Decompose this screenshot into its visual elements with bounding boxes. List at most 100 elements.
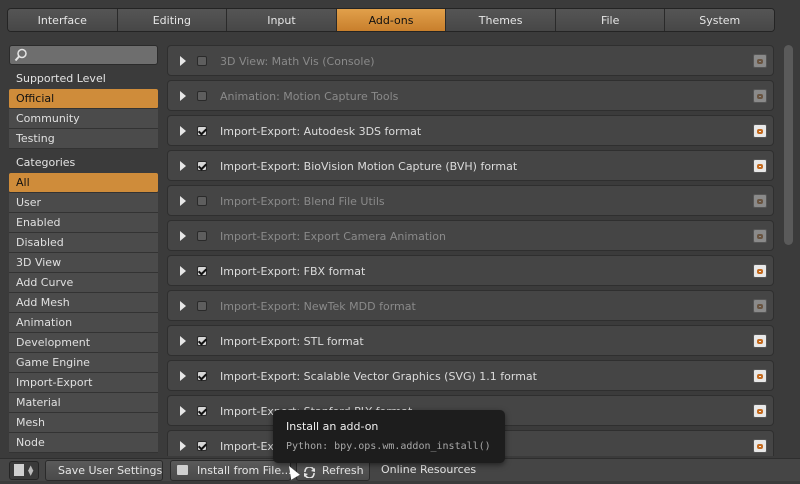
addon-enable-checkbox[interactable]	[197, 196, 207, 206]
scrollbar[interactable]	[784, 45, 793, 245]
tab-file[interactable]: File	[555, 9, 666, 31]
search-field[interactable]	[9, 45, 158, 65]
addon-enable-checkbox[interactable]	[197, 301, 207, 311]
expand-arrow-icon[interactable]	[180, 126, 186, 136]
plugin-icon	[753, 369, 767, 383]
editor-type-menu[interactable]: ▲ ▼	[9, 461, 39, 480]
support-level-testing[interactable]: Testing	[9, 129, 158, 149]
support-level-official[interactable]: Official	[9, 89, 158, 109]
support-level-community[interactable]: Community	[9, 109, 158, 129]
install-tooltip: Install an add-on Python: bpy.ops.wm.add…	[273, 410, 505, 463]
addon-enable-checkbox[interactable]	[197, 231, 207, 241]
expand-arrow-icon[interactable]	[180, 301, 186, 311]
addon-row: Import-Export: Autodesk 3DS format	[167, 115, 774, 146]
addon-name: Import-Export: NewTek MDD format	[220, 300, 416, 313]
addon-name: 3D View: Math Vis (Console)	[220, 55, 375, 68]
categories-title: Categories	[16, 156, 76, 169]
addon-enable-checkbox[interactable]	[197, 161, 207, 171]
supported-level-title: Supported Level	[16, 72, 106, 85]
save-user-settings-button[interactable]: Save User Settings	[45, 460, 163, 481]
addon-filter-sidebar: Supported Level Official Community Testing…	[9, 45, 158, 453]
addon-enable-checkbox[interactable]	[197, 406, 207, 416]
expand-arrow-icon[interactable]	[180, 91, 186, 101]
addon-name: Import-Export: Blend File Utils	[220, 195, 385, 208]
category-animation[interactable]: Animation	[9, 313, 158, 333]
expand-arrow-icon[interactable]	[180, 441, 186, 451]
category-user[interactable]: User	[9, 193, 158, 213]
category-add-curve[interactable]: Add Curve	[9, 273, 158, 293]
addon-row: Import-Export: STL format	[167, 325, 774, 356]
addon-name: Import-Export: Export Camera Animation	[220, 230, 446, 243]
category-mesh[interactable]: Mesh	[9, 413, 158, 433]
plugin-icon	[753, 229, 767, 243]
addon-enable-checkbox[interactable]	[197, 56, 207, 66]
search-icon	[14, 48, 27, 62]
refresh-label: Refresh	[322, 464, 364, 477]
plugin-icon	[753, 54, 767, 68]
addon-enable-checkbox[interactable]	[197, 91, 207, 101]
tab-system[interactable]: System	[665, 9, 774, 31]
addon-row: Import-Export: BioVision Motion Capture …	[167, 150, 774, 181]
category-all[interactable]: All	[9, 173, 158, 193]
plugin-icon	[753, 89, 767, 103]
plugin-icon	[753, 264, 767, 278]
category-material[interactable]: Material	[9, 393, 158, 413]
tab-input[interactable]: Input	[227, 9, 337, 31]
expand-arrow-icon[interactable]	[180, 336, 186, 346]
plugin-icon	[753, 194, 767, 208]
addon-row: Import-Export: Blend File Utils	[167, 185, 774, 216]
plugin-icon	[753, 439, 767, 453]
category-enabled[interactable]: Enabled	[9, 213, 158, 233]
expand-arrow-icon[interactable]	[180, 266, 186, 276]
category-import-export[interactable]: Import-Export	[9, 373, 158, 393]
tab-add-ons[interactable]: Add-ons	[336, 9, 447, 31]
plugin-icon	[753, 334, 767, 348]
addon-enable-checkbox[interactable]	[197, 126, 207, 136]
addon-name: Import-Export: Scalable Vector Graphics …	[220, 370, 537, 383]
addon-row: 3D View: Math Vis (Console)	[167, 45, 774, 76]
addon-name: Import-Export: STL format	[220, 335, 364, 348]
editor-type-icon	[14, 464, 24, 476]
install-from-file-label: Install from File...	[197, 464, 292, 477]
addon-row: Animation: Motion Capture Tools	[167, 80, 774, 111]
addon-enable-checkbox[interactable]	[197, 266, 207, 276]
chevron-updown-icon: ▲ ▼	[28, 464, 34, 477]
plugin-icon	[753, 124, 767, 138]
addon-name: Import-Export: FBX format	[220, 265, 366, 278]
expand-arrow-icon[interactable]	[180, 56, 186, 66]
save-user-settings-label: Save User Settings	[58, 464, 163, 477]
category-node[interactable]: Node	[9, 433, 158, 453]
refresh-icon	[303, 465, 315, 479]
addon-name: Import-Export: Autodesk 3DS format	[220, 125, 422, 138]
folder-icon	[177, 465, 188, 475]
addon-row: Import-Export: Export Camera Animation	[167, 220, 774, 251]
addon-row: Import-Export: Scalable Vector Graphics …	[167, 360, 774, 391]
category-game-engine[interactable]: Game Engine	[9, 353, 158, 373]
install-from-file-button[interactable]: Install from File...	[170, 460, 292, 481]
category-disabled[interactable]: Disabled	[9, 233, 158, 253]
addon-enable-checkbox[interactable]	[197, 336, 207, 346]
addon-enable-checkbox[interactable]	[197, 371, 207, 381]
category-3d-view[interactable]: 3D View	[9, 253, 158, 273]
category-add-mesh[interactable]: Add Mesh	[9, 293, 158, 313]
tab-interface[interactable]: Interface	[8, 9, 118, 31]
addon-enable-checkbox[interactable]	[197, 441, 207, 451]
preferences-tabs: Interface Editing Input Add-ons Themes File Sy…	[7, 8, 775, 32]
plugin-icon	[753, 404, 767, 418]
addon-name: Animation: Motion Capture Tools	[220, 90, 399, 103]
tooltip-python: Python: bpy.ops.wm.addon_install()	[286, 441, 491, 452]
tooltip-title: Install an add-on	[286, 420, 379, 433]
addon-row: Import-Export: FBX format	[167, 255, 774, 286]
addon-row: Import-Export: NewTek MDD format	[167, 290, 774, 321]
expand-arrow-icon[interactable]	[180, 406, 186, 416]
addon-list: 3D View: Math Vis (Console) Animation: Mo…	[167, 45, 774, 456]
tab-editing[interactable]: Editing	[117, 9, 228, 31]
expand-arrow-icon[interactable]	[180, 161, 186, 171]
refresh-button[interactable]: Refresh	[296, 460, 370, 481]
expand-arrow-icon[interactable]	[180, 231, 186, 241]
addon-name: Import-Export: BioVision Motion Capture …	[220, 160, 518, 173]
category-development[interactable]: Development	[9, 333, 158, 353]
expand-arrow-icon[interactable]	[180, 196, 186, 206]
expand-arrow-icon[interactable]	[180, 371, 186, 381]
tab-themes[interactable]: Themes	[446, 9, 556, 31]
